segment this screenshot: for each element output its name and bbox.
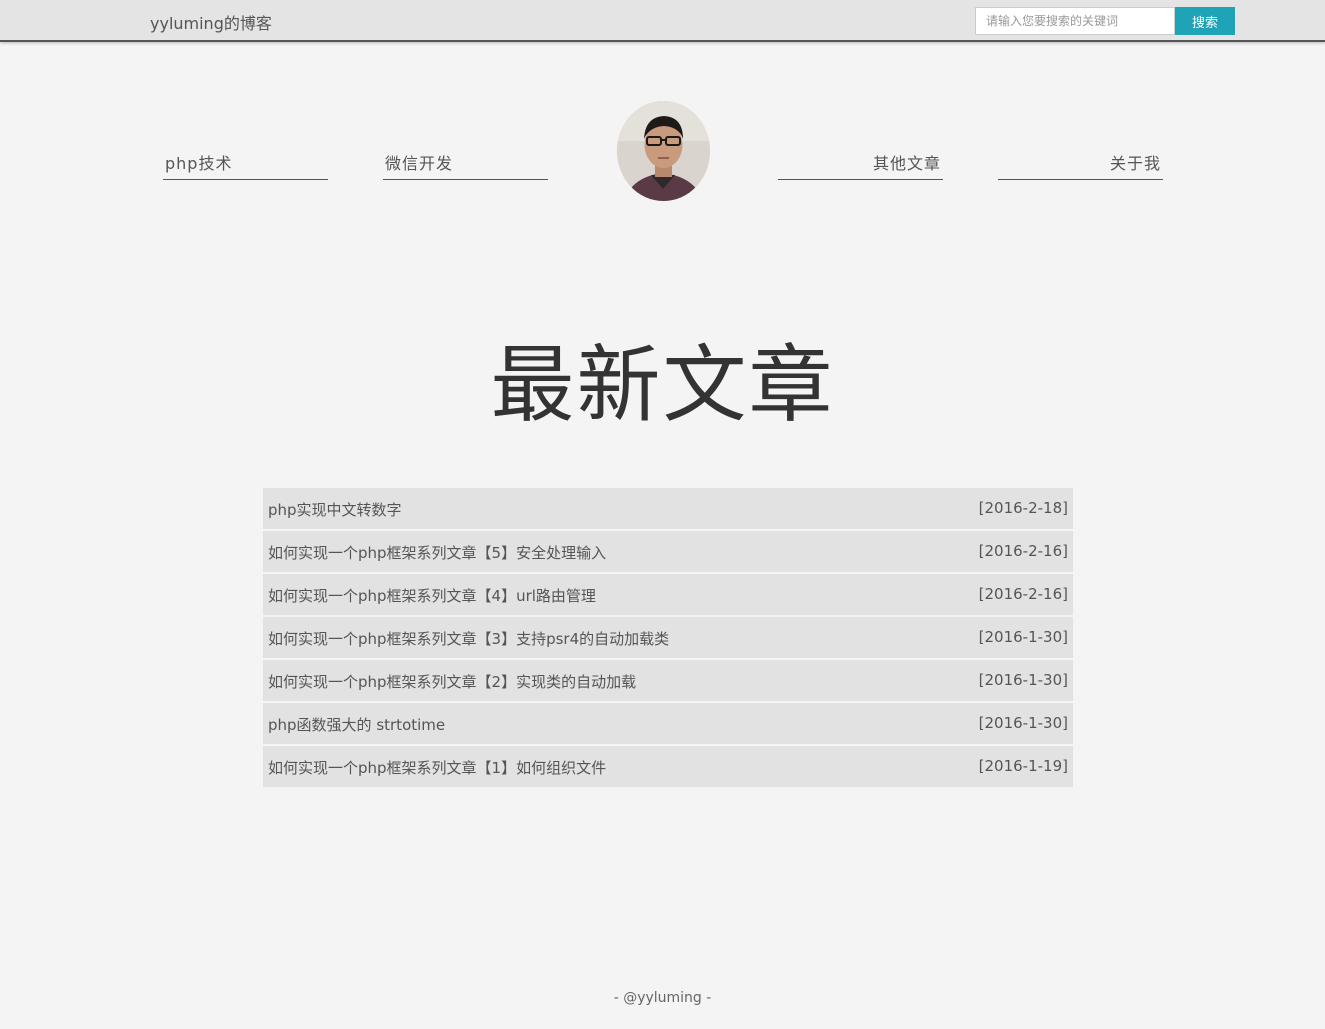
- article-link[interactable]: 如何实现一个php框架系列文章【5】安全处理输入: [268, 542, 606, 563]
- list-item: 如何实现一个php框架系列文章【5】安全处理输入 [2016-2-16]: [263, 531, 1073, 572]
- nav-item-wechat[interactable]: 微信开发: [383, 150, 548, 180]
- list-item: 如何实现一个php框架系列文章【4】url路由管理 [2016-2-16]: [263, 574, 1073, 615]
- nav-item-other[interactable]: 其他文章: [778, 150, 943, 180]
- article-link[interactable]: 如何实现一个php框架系列文章【1】如何组织文件: [268, 757, 606, 778]
- article-date: [2016-2-16]: [978, 542, 1068, 560]
- latest-articles-heading: 最新文章: [490, 336, 835, 434]
- article-date: [2016-1-30]: [978, 714, 1068, 732]
- top-navbar: yyluming的博客 搜索: [0, 0, 1325, 42]
- article-link[interactable]: 如何实现一个php框架系列文章【4】url路由管理: [268, 585, 596, 606]
- search-button[interactable]: 搜索: [1175, 7, 1235, 35]
- footer-credit: - @yyluming -: [613, 990, 712, 1006]
- nav-item-php[interactable]: php技术: [163, 150, 328, 180]
- list-item: 如何实现一个php框架系列文章【3】支持psr4的自动加载类 [2016-1-3…: [263, 617, 1073, 658]
- list-item: 如何实现一个php框架系列文章【2】实现类的自动加载 [2016-1-30]: [263, 660, 1073, 701]
- nav-item-about[interactable]: 关于我: [998, 150, 1163, 180]
- article-date: [2016-1-30]: [978, 671, 1068, 689]
- article-link[interactable]: php实现中文转数字: [268, 499, 402, 520]
- list-item: 如何实现一个php框架系列文章【1】如何组织文件 [2016-1-19]: [263, 746, 1073, 787]
- article-date: [2016-1-30]: [978, 628, 1068, 646]
- article-link[interactable]: 如何实现一个php框架系列文章【2】实现类的自动加载: [268, 671, 636, 692]
- site-brand-link[interactable]: yyluming的博客: [150, 10, 272, 34]
- article-link[interactable]: 如何实现一个php框架系列文章【3】支持psr4的自动加载类: [268, 628, 669, 649]
- article-date: [2016-2-16]: [978, 585, 1068, 603]
- article-list: php实现中文转数字 [2016-2-18] 如何实现一个php框架系列文章【5…: [263, 488, 1073, 787]
- avatar-photo: [617, 101, 710, 201]
- search-input[interactable]: [975, 7, 1175, 35]
- list-item: php实现中文转数字 [2016-2-18]: [263, 488, 1073, 529]
- avatar[interactable]: [617, 101, 710, 201]
- article-link[interactable]: php函数强大的 strtotime: [268, 714, 445, 735]
- list-item: php函数强大的 strtotime [2016-1-30]: [263, 703, 1073, 744]
- article-date: [2016-1-19]: [978, 757, 1068, 775]
- article-date: [2016-2-18]: [978, 499, 1068, 517]
